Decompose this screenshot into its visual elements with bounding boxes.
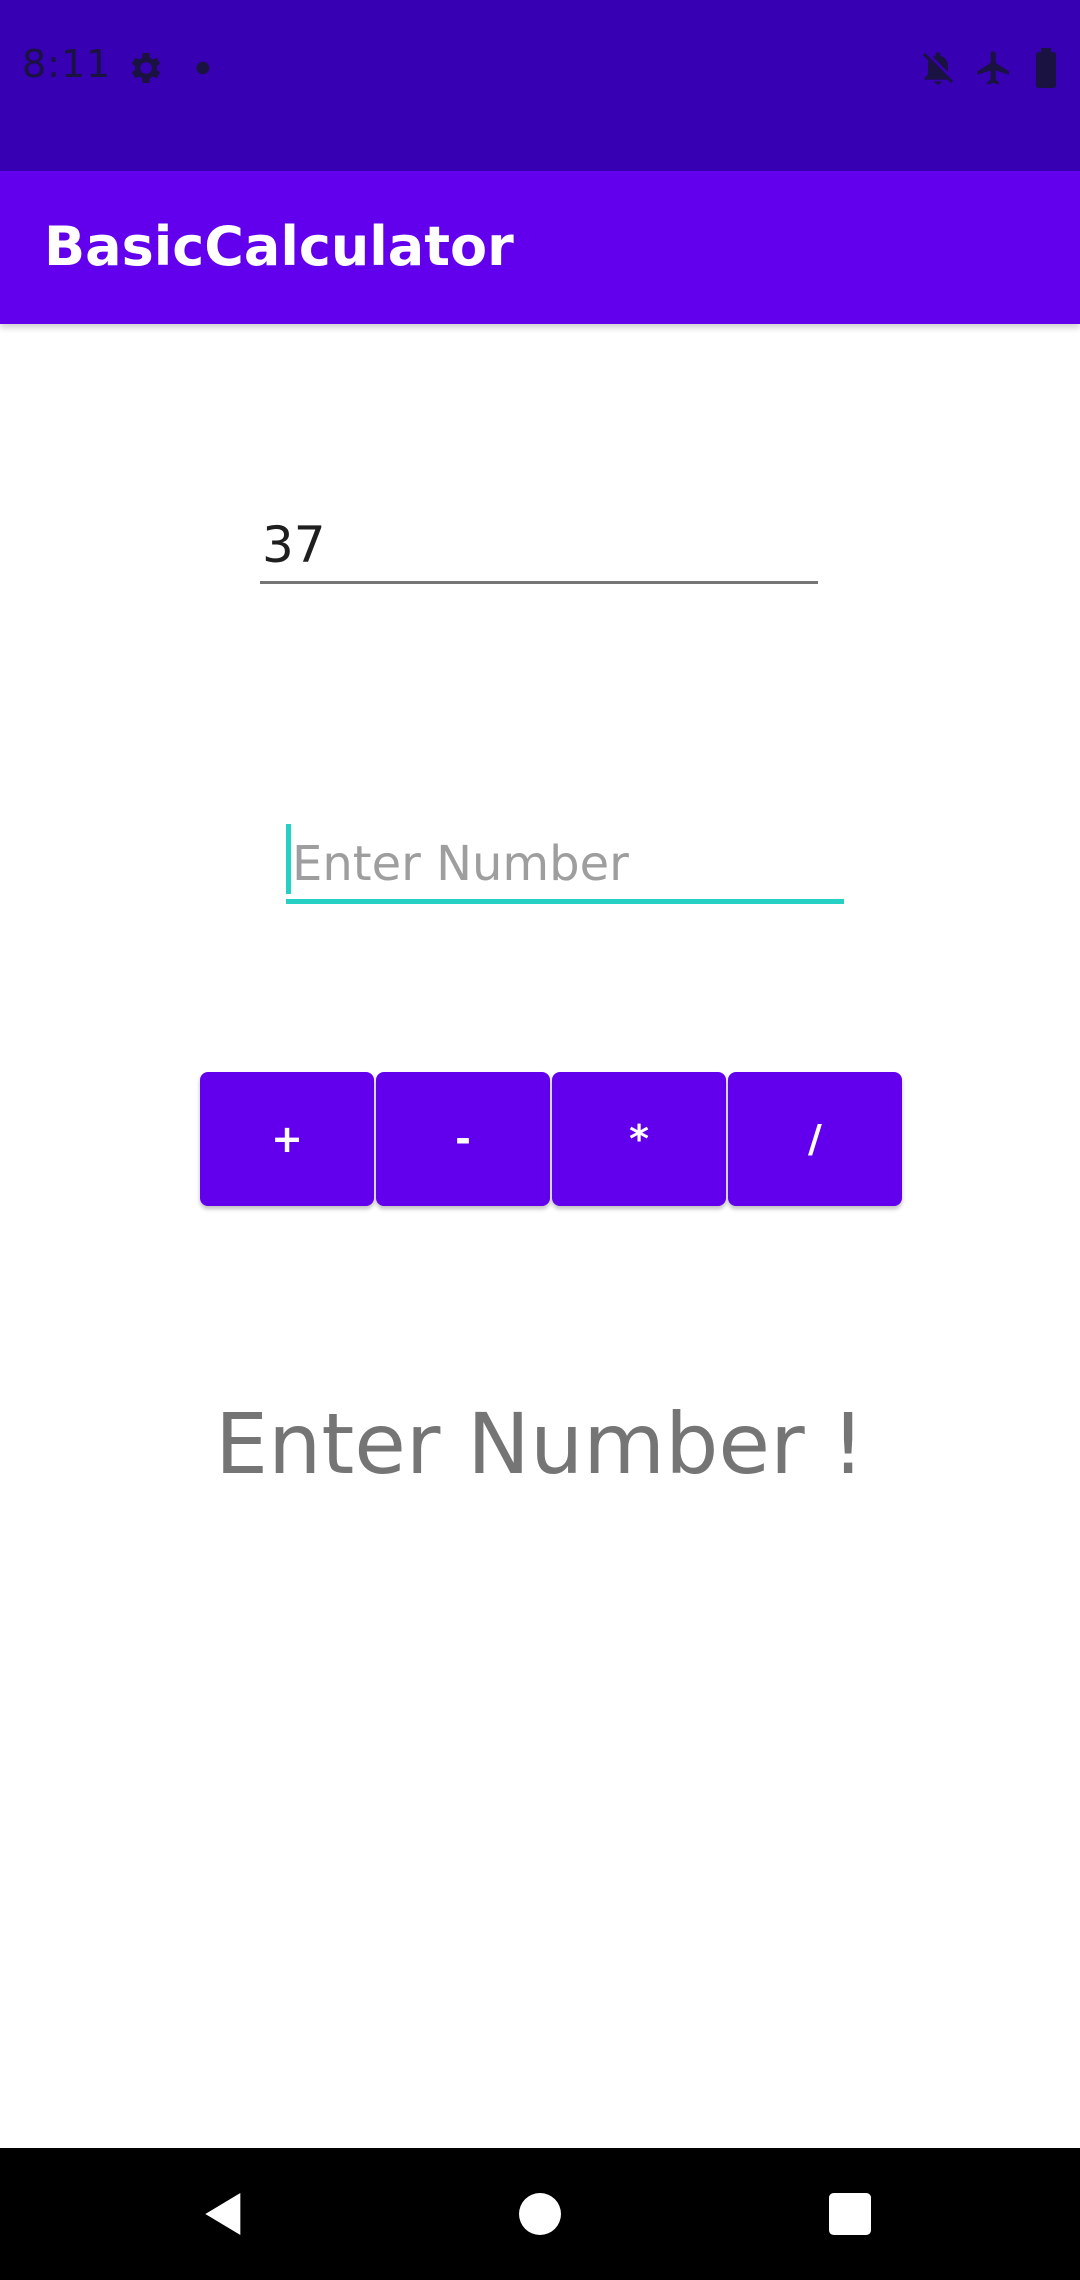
second-number-input[interactable]: Enter Number xyxy=(286,820,844,904)
app-title: BasicCalculator xyxy=(44,215,514,278)
text-cursor xyxy=(286,824,291,894)
screen: 8:11 BasicCalculator 37 Enter Number + -… xyxy=(0,0,1080,2280)
navigation-bar xyxy=(0,2148,1080,2280)
dot-icon xyxy=(196,61,210,75)
second-number-underline xyxy=(286,899,844,904)
add-button[interactable]: + xyxy=(200,1072,374,1206)
back-icon[interactable] xyxy=(196,2186,252,2242)
first-number-value: 37 xyxy=(262,516,326,574)
result-text: Enter Number ! xyxy=(215,1395,865,1493)
app-bar: BasicCalculator xyxy=(0,171,1080,324)
second-number-placeholder: Enter Number xyxy=(292,836,629,892)
recents-icon[interactable] xyxy=(822,2186,878,2242)
bell-off-icon xyxy=(918,48,958,88)
multiply-button[interactable]: * xyxy=(552,1072,726,1206)
first-number-underline xyxy=(260,581,818,584)
airplane-icon xyxy=(974,48,1014,88)
gear-icon xyxy=(126,48,166,88)
operator-row: + - * / xyxy=(200,1072,906,1209)
home-icon[interactable] xyxy=(512,2186,568,2242)
battery-icon xyxy=(1028,48,1064,88)
status-bar: 8:11 xyxy=(0,0,1080,171)
status-time: 8:11 xyxy=(22,42,112,86)
first-number-input[interactable]: 37 xyxy=(260,500,818,584)
divide-button[interactable]: / xyxy=(728,1072,902,1206)
subtract-button[interactable]: - xyxy=(376,1072,550,1206)
